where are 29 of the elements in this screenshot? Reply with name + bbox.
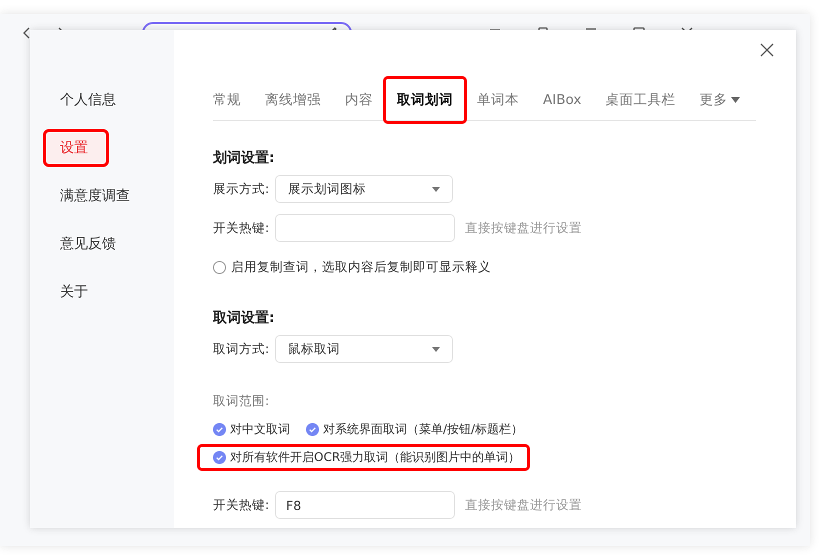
- field-label: 展示方式:: [213, 180, 270, 198]
- hint-text: 直接按键盘进行设置: [465, 220, 582, 236]
- sidebar-item[interactable]: 关于: [46, 276, 158, 308]
- field-label: 开关热键:: [213, 496, 270, 514]
- checkbox-option[interactable]: 对中文取词: [213, 419, 294, 440]
- checkbox-option[interactable]: 对所有软件开启OCR强力取词（能识别图片中的单词）: [199, 446, 528, 469]
- option-label: 启用复制查词，选取内容后复制即可显示释义: [231, 258, 491, 276]
- hint-text: 直接按键盘进行设置: [465, 496, 582, 514]
- dropdown[interactable]: 鼠标取词: [275, 335, 453, 363]
- more-tab[interactable]: 更多: [699, 85, 728, 115]
- tab[interactable]: 内容: [345, 85, 373, 115]
- tab[interactable]: 离线增强: [265, 85, 321, 115]
- dropdown[interactable]: 展示划词图标: [275, 175, 453, 203]
- tab[interactable]: 常规: [213, 85, 241, 115]
- section-title: 划词设置:: [213, 149, 276, 167]
- tab[interactable]: AIBox: [543, 85, 582, 115]
- sidebar-item[interactable]: 设置: [46, 132, 106, 164]
- field-label: 开关热键:: [213, 220, 270, 236]
- hotkey-field[interactable]: F8: [275, 491, 455, 519]
- tab[interactable]: 桌面工具栏: [605, 85, 676, 115]
- tab[interactable]: 取词划词: [385, 78, 465, 122]
- checkbox-option[interactable]: 对系统界面取词（菜单/按钮/标题栏）: [306, 419, 528, 440]
- sidebar-item[interactable]: 满意度调查: [46, 180, 158, 212]
- sidebar-item[interactable]: 意见反馈: [46, 228, 158, 260]
- tab[interactable]: 单词本: [477, 85, 519, 115]
- sidebar-item[interactable]: 个人信息: [46, 84, 158, 116]
- section-title: 取词设置:: [213, 309, 276, 327]
- caption-label: 取词范围:: [213, 392, 270, 410]
- field-label: 取词方式:: [213, 340, 270, 358]
